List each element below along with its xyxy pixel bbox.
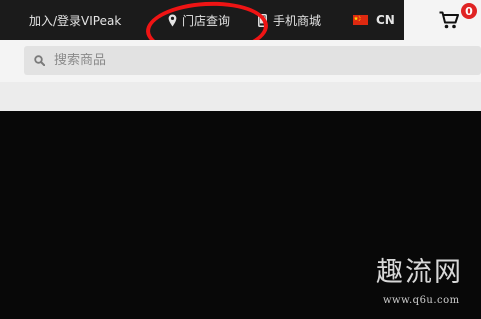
login-link[interactable]: 加入/登录VIPeak xyxy=(29,0,121,40)
search-box[interactable] xyxy=(24,46,481,75)
watermark-url: www.q6u.com xyxy=(383,295,460,306)
cart-count-badge: 0 xyxy=(461,3,477,19)
search-icon xyxy=(34,55,45,66)
sub-navigation-strip xyxy=(0,82,481,111)
search-input[interactable] xyxy=(54,53,434,68)
country-code: CN xyxy=(376,13,395,27)
mobile-store-link[interactable]: 手机商城 xyxy=(258,0,321,40)
watermark-logo: 趣流网 xyxy=(376,257,463,288)
mobile-store-label: 手机商城 xyxy=(273,13,322,28)
search-bar-area xyxy=(0,40,481,82)
china-flag-icon xyxy=(353,15,368,25)
cart-icon xyxy=(439,11,459,29)
country-selector[interactable]: CN xyxy=(353,0,395,40)
